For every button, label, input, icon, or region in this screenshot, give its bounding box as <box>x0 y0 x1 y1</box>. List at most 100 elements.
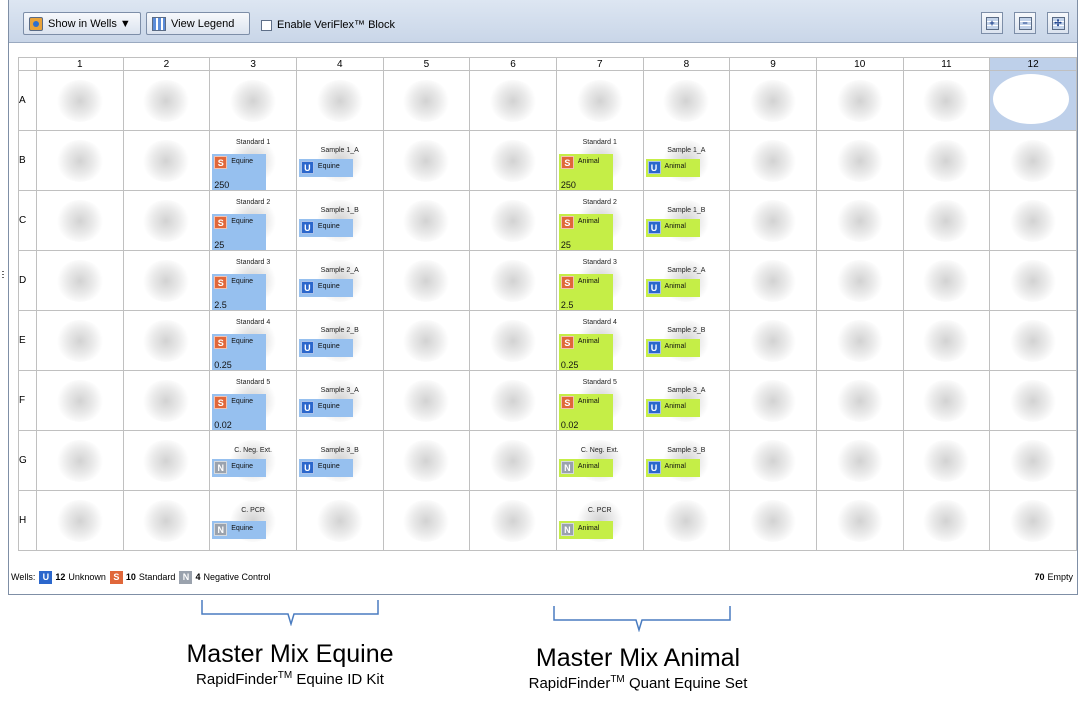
well-G2[interactable] <box>122 430 211 491</box>
well-H8[interactable] <box>642 490 731 551</box>
column-header-3[interactable]: 3 <box>209 57 297 71</box>
well-B3[interactable]: Standard 1 S Equine 250 <box>209 130 297 191</box>
well-F2[interactable] <box>122 370 211 431</box>
row-header-C[interactable]: C <box>18 190 37 251</box>
well-C10[interactable] <box>815 190 904 251</box>
well-E4[interactable]: Sample 2_B U Equine <box>295 310 384 371</box>
well-A3[interactable] <box>209 70 297 131</box>
well-G6[interactable] <box>469 430 557 491</box>
well-H1[interactable] <box>35 490 124 551</box>
well-G3[interactable]: C. Neg. Ext. N Equine <box>209 430 297 491</box>
well-C7[interactable]: Standard 2 S Animal 25 <box>555 190 644 251</box>
enable-veriflex-checkbox[interactable]: Enable VeriFlex™ Block <box>261 19 395 31</box>
well-E9[interactable] <box>729 310 817 371</box>
well-B7[interactable]: Standard 1 S Animal 250 <box>555 130 644 191</box>
well-F3[interactable]: Standard 5 S Equine 0.02 <box>209 370 297 431</box>
splitter-grip[interactable] <box>2 270 4 278</box>
well-G8[interactable]: Sample 3_B U Animal <box>642 430 731 491</box>
well-D3[interactable]: Standard 3 S Equine 2.5 <box>209 250 297 311</box>
well-H2[interactable] <box>122 490 211 551</box>
well-F10[interactable] <box>815 370 904 431</box>
well-F6[interactable] <box>469 370 557 431</box>
well-G1[interactable] <box>35 430 124 491</box>
well-C1[interactable] <box>35 190 124 251</box>
well-G7[interactable]: C. Neg. Ext. N Animal <box>555 430 644 491</box>
well-A1[interactable] <box>35 70 124 131</box>
well-B9[interactable] <box>729 130 817 191</box>
well-C12[interactable] <box>989 190 1077 251</box>
well-B8[interactable]: Sample 1_A U Animal <box>642 130 731 191</box>
well-D7[interactable]: Standard 3 S Animal 2.5 <box>555 250 644 311</box>
well-C4[interactable]: Sample 1_B U Equine <box>295 190 384 251</box>
well-B6[interactable] <box>469 130 557 191</box>
column-header-11[interactable]: 11 <box>902 57 991 71</box>
well-G11[interactable] <box>902 430 991 491</box>
well-F4[interactable]: Sample 3_A U Equine <box>295 370 384 431</box>
well-E7[interactable]: Standard 4 S Animal 0.25 <box>555 310 644 371</box>
well-E8[interactable]: Sample 2_B U Animal <box>642 310 731 371</box>
well-B1[interactable] <box>35 130 124 191</box>
well-G12[interactable] <box>989 430 1077 491</box>
column-header-2[interactable]: 2 <box>122 57 211 71</box>
well-C6[interactable] <box>469 190 557 251</box>
column-header-12[interactable]: 12 <box>989 57 1077 71</box>
well-E3[interactable]: Standard 4 S Equine 0.25 <box>209 310 297 371</box>
well-A2[interactable] <box>122 70 211 131</box>
well-D6[interactable] <box>469 250 557 311</box>
well-E11[interactable] <box>902 310 991 371</box>
row-header-F[interactable]: F <box>18 370 37 431</box>
well-A10[interactable] <box>815 70 904 131</box>
well-F1[interactable] <box>35 370 124 431</box>
show-in-wells-button[interactable]: Show in Wells ▼ <box>23 12 141 35</box>
well-F9[interactable] <box>729 370 817 431</box>
well-F12[interactable] <box>989 370 1077 431</box>
well-F11[interactable] <box>902 370 991 431</box>
row-header-H[interactable]: H <box>18 490 37 551</box>
well-G9[interactable] <box>729 430 817 491</box>
well-B5[interactable] <box>382 130 471 191</box>
column-header-8[interactable]: 8 <box>642 57 731 71</box>
row-header-D[interactable]: D <box>18 250 37 311</box>
well-E2[interactable] <box>122 310 211 371</box>
well-A6[interactable] <box>469 70 557 131</box>
well-C3[interactable]: Standard 2 S Equine 25 <box>209 190 297 251</box>
well-C5[interactable] <box>382 190 471 251</box>
well-G5[interactable] <box>382 430 471 491</box>
well-B12[interactable] <box>989 130 1077 191</box>
well-D8[interactable]: Sample 2_A U Animal <box>642 250 731 311</box>
plate-corner[interactable] <box>18 57 37 71</box>
column-header-1[interactable]: 1 <box>35 57 124 71</box>
column-header-10[interactable]: 10 <box>815 57 904 71</box>
well-A5[interactable] <box>382 70 471 131</box>
well-E6[interactable] <box>469 310 557 371</box>
well-B10[interactable] <box>815 130 904 191</box>
well-A9[interactable] <box>729 70 817 131</box>
row-header-G[interactable]: G <box>18 430 37 491</box>
well-F7[interactable]: Standard 5 S Animal 0.02 <box>555 370 644 431</box>
well-D9[interactable] <box>729 250 817 311</box>
row-header-E[interactable]: E <box>18 310 37 371</box>
well-H10[interactable] <box>815 490 904 551</box>
zoom-in-button[interactable]: + <box>981 12 1003 34</box>
column-header-6[interactable]: 6 <box>469 57 557 71</box>
well-H9[interactable] <box>729 490 817 551</box>
well-A8[interactable] <box>642 70 731 131</box>
well-D4[interactable]: Sample 2_A U Equine <box>295 250 384 311</box>
well-H4[interactable] <box>295 490 384 551</box>
view-legend-button[interactable]: View Legend <box>146 12 250 35</box>
well-D1[interactable] <box>35 250 124 311</box>
well-H11[interactable] <box>902 490 991 551</box>
well-B2[interactable] <box>122 130 211 191</box>
well-H12[interactable] <box>989 490 1077 551</box>
well-G10[interactable] <box>815 430 904 491</box>
row-header-B[interactable]: B <box>18 130 37 191</box>
well-D2[interactable] <box>122 250 211 311</box>
column-header-7[interactable]: 7 <box>555 57 644 71</box>
well-H3[interactable]: C. PCR N Equine <box>209 490 297 551</box>
column-header-4[interactable]: 4 <box>295 57 384 71</box>
well-A11[interactable] <box>902 70 991 131</box>
well-D12[interactable] <box>989 250 1077 311</box>
column-header-9[interactable]: 9 <box>729 57 817 71</box>
well-D11[interactable] <box>902 250 991 311</box>
well-D10[interactable] <box>815 250 904 311</box>
